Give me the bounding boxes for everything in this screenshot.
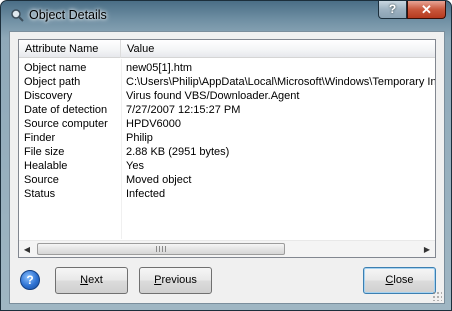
next-mnemonic: N bbox=[80, 274, 89, 286]
column-header-attribute-name[interactable]: Attribute Name bbox=[19, 40, 121, 58]
title-close-button[interactable]: ✕ bbox=[407, 1, 446, 19]
attribute-name-cell: Source computer bbox=[24, 118, 108, 130]
list-rows: Object name new05[1].htm Object path C:\… bbox=[19, 59, 435, 239]
attribute-value-cell: 7/27/2007 12:15:27 PM bbox=[126, 104, 241, 116]
grip-icon bbox=[156, 246, 166, 252]
attribute-value-cell: HPDV6000 bbox=[126, 118, 182, 130]
close-label: lose bbox=[393, 274, 414, 286]
attribute-name-cell: Source bbox=[24, 174, 59, 186]
attribute-name-cell: Discovery bbox=[24, 90, 73, 102]
table-row[interactable]: Status Infected bbox=[19, 187, 435, 201]
attribute-value-cell: C:\Users\Philip\AppData\Local\Microsoft\… bbox=[126, 76, 435, 88]
column-header-value[interactable]: Value bbox=[121, 40, 435, 58]
title-help-button[interactable]: ? bbox=[378, 1, 407, 19]
attribute-value-cell: Philip bbox=[126, 132, 153, 144]
horizontal-scrollbar[interactable]: ◀ ▶ bbox=[19, 240, 435, 257]
help-info-icon[interactable]: ? bbox=[20, 270, 40, 290]
title-bar[interactable]: Object Details ? ✕ bbox=[1, 1, 451, 31]
table-row[interactable]: File size 2.88 KB (2951 bytes) bbox=[19, 145, 435, 159]
dialog-client-area: Attribute Name Value Object name new05[1… bbox=[9, 31, 445, 304]
attribute-name-cell: Object name bbox=[24, 62, 87, 74]
resize-grip-icon[interactable] bbox=[432, 291, 442, 301]
attributes-list[interactable]: Attribute Name Value Object name new05[1… bbox=[18, 39, 436, 258]
table-row[interactable]: Source Moved object bbox=[19, 173, 435, 187]
table-row[interactable]: Date of detection 7/27/2007 12:15:27 PM bbox=[19, 103, 435, 117]
table-row[interactable]: Object path C:\Users\Philip\AppData\Loca… bbox=[19, 75, 435, 89]
table-row[interactable]: Source computer HPDV6000 bbox=[19, 117, 435, 131]
next-button[interactable]: Next bbox=[55, 267, 128, 294]
attribute-name-cell: Object path bbox=[24, 76, 81, 88]
table-row[interactable]: Object name new05[1].htm bbox=[19, 61, 435, 75]
attribute-name-cell: File size bbox=[24, 146, 65, 158]
attribute-value-cell: Moved object bbox=[126, 174, 192, 186]
scroll-left-arrow-icon[interactable]: ◀ bbox=[19, 241, 35, 258]
scroll-right-arrow-icon[interactable]: ▶ bbox=[419, 241, 435, 258]
previous-label: revious bbox=[161, 274, 197, 286]
object-details-window: Object Details ? ✕ Attribute Name Value … bbox=[0, 0, 452, 311]
table-row[interactable]: Healable Yes bbox=[19, 159, 435, 173]
table-row[interactable]: Finder Philip bbox=[19, 131, 435, 145]
previous-button[interactable]: Previous bbox=[139, 267, 212, 294]
attribute-value-cell: new05[1].htm bbox=[126, 62, 193, 74]
window-title: Object Details bbox=[29, 8, 107, 22]
scrollbar-thumb[interactable] bbox=[37, 243, 285, 255]
next-label: ext bbox=[88, 274, 103, 286]
magnifier-icon bbox=[11, 9, 24, 22]
attribute-name-cell: Status bbox=[24, 188, 56, 200]
close-button[interactable]: Close bbox=[363, 267, 436, 294]
attribute-value-cell: Virus found VBS/Downloader.Agent bbox=[126, 90, 300, 102]
attribute-value-cell: Infected bbox=[126, 188, 166, 200]
table-row[interactable]: Discovery Virus found VBS/Downloader.Age… bbox=[19, 89, 435, 103]
attribute-value-cell: Yes bbox=[126, 160, 144, 172]
attribute-name-cell: Finder bbox=[24, 132, 56, 144]
attribute-name-cell: Healable bbox=[24, 160, 68, 172]
attribute-value-cell: 2.88 KB (2951 bytes) bbox=[126, 146, 230, 158]
list-header: Attribute Name Value bbox=[19, 40, 435, 58]
attribute-name-cell: Date of detection bbox=[24, 104, 108, 116]
